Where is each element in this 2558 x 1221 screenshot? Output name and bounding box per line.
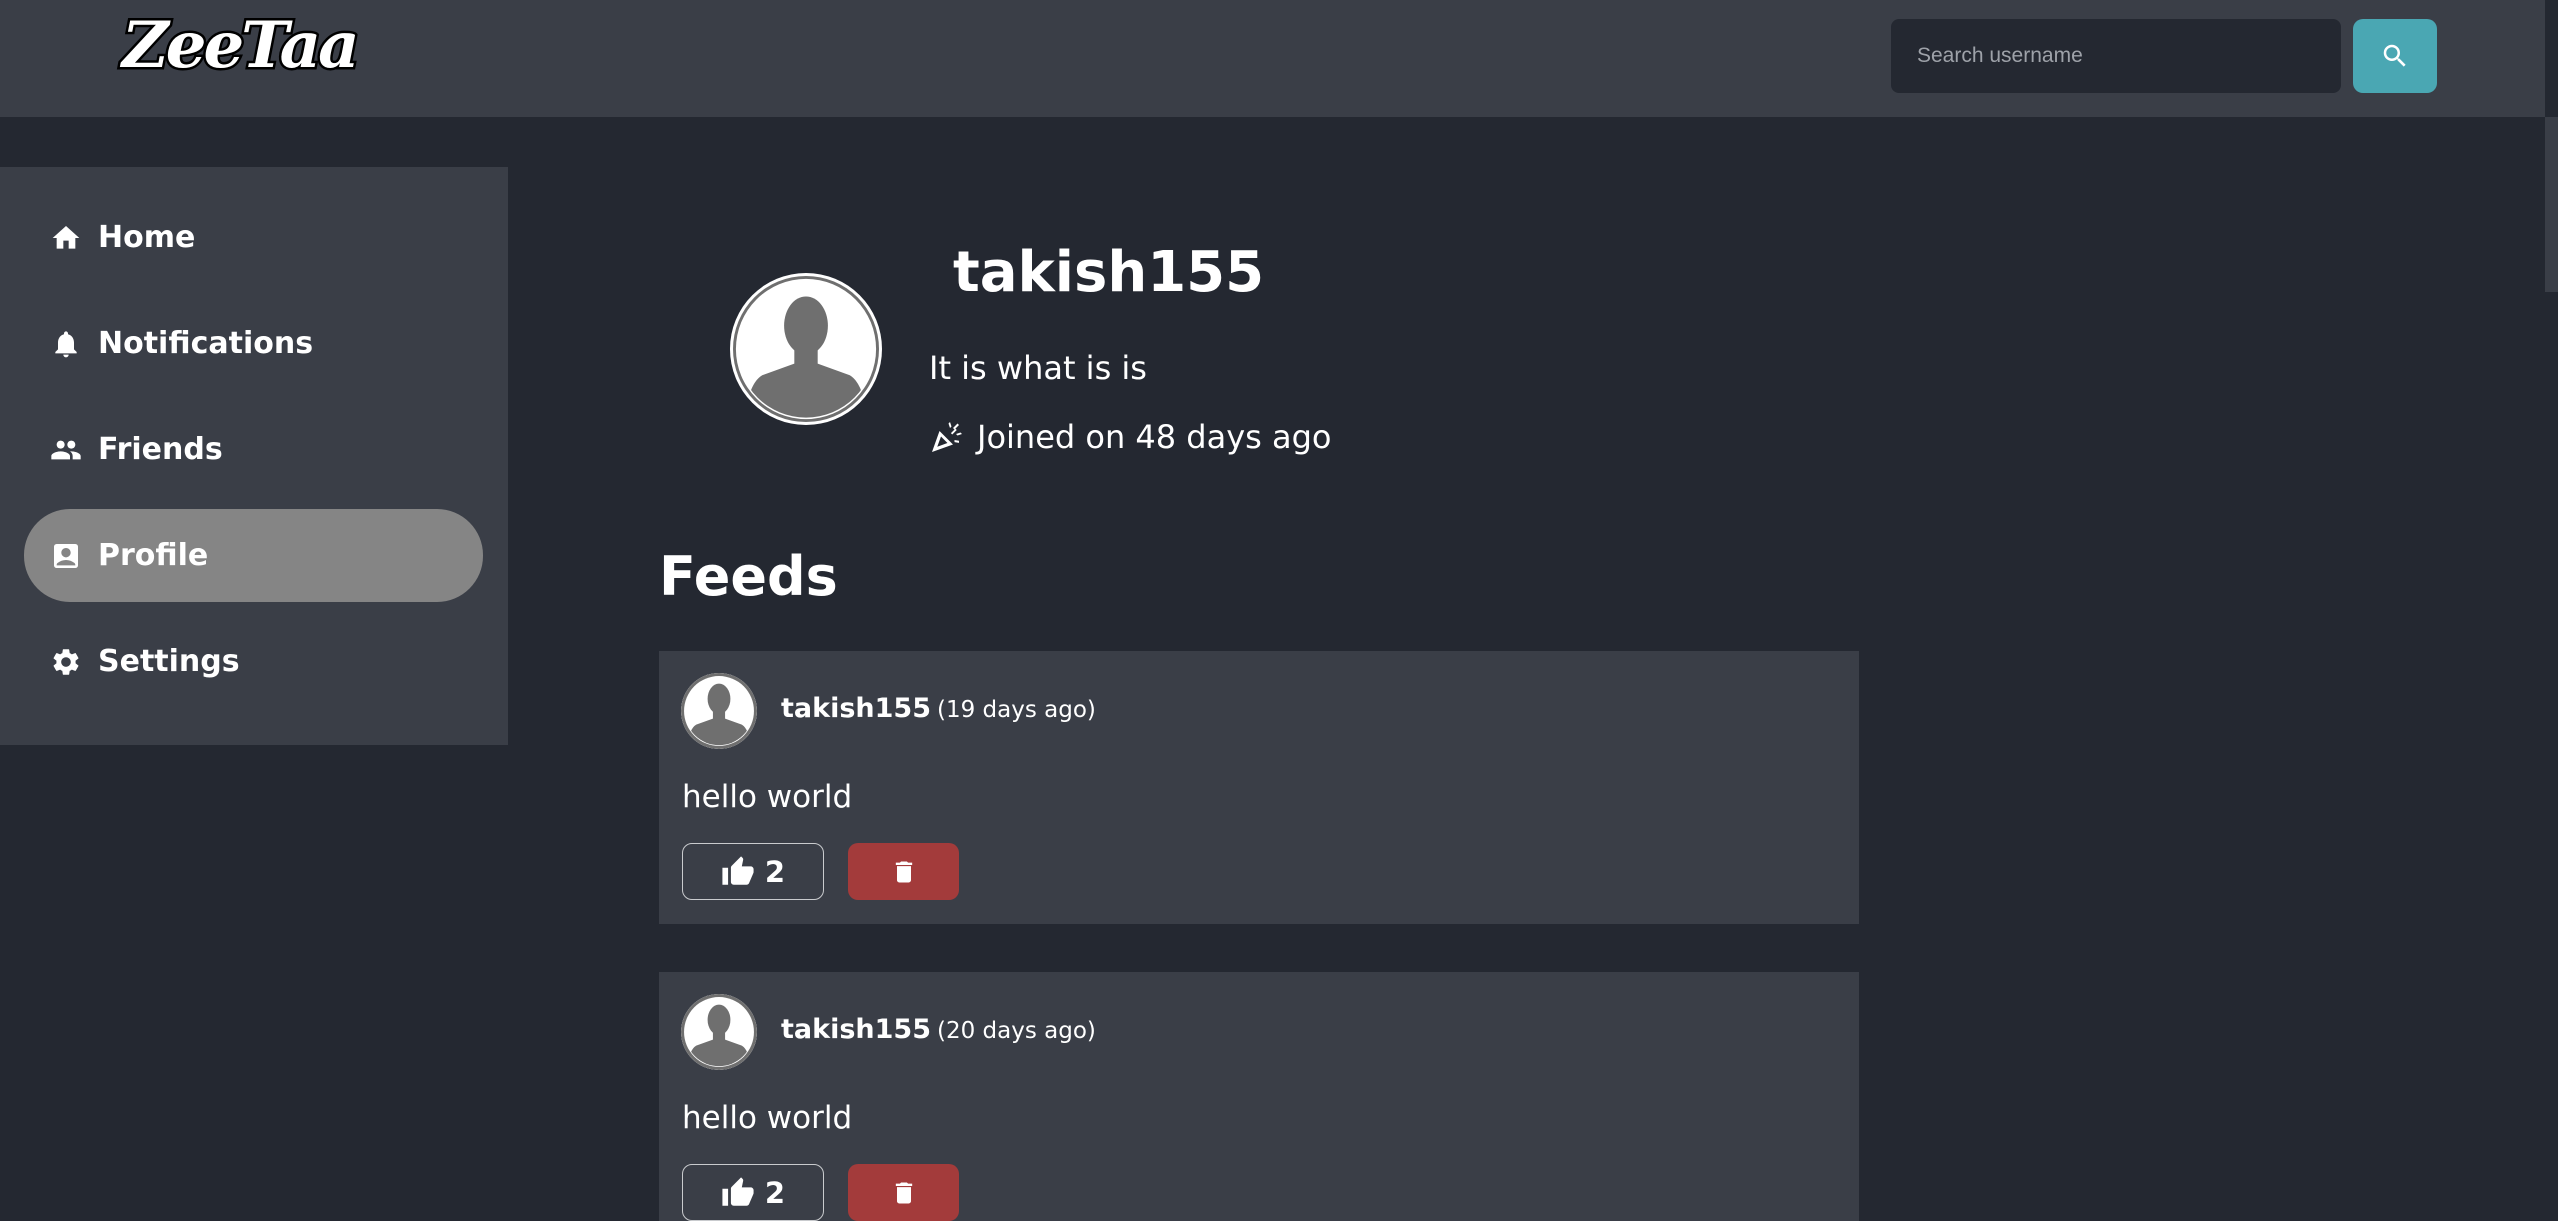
feed-post: takish155 (20 days ago) hello world 2 (659, 972, 1859, 1221)
profile-joined: Joined on 48 days ago (929, 418, 1331, 456)
sidebar-item-label: Settings (98, 644, 240, 679)
feeds-title: Feeds (659, 545, 838, 608)
top-bar: ZeeTaa (0, 0, 2545, 117)
trash-icon (890, 1178, 918, 1208)
sidebar-item-label: Home (98, 220, 196, 255)
post-text: hello world (682, 1100, 853, 1136)
gear-icon (50, 646, 82, 678)
post-text: hello world (682, 779, 853, 815)
sidebar-item-profile[interactable]: Profile (24, 509, 483, 602)
search-icon (2380, 41, 2410, 71)
like-button[interactable]: 2 (682, 843, 824, 900)
profile-username: takish155 (953, 240, 1265, 305)
post-time: (19 days ago) (937, 697, 1096, 723)
bell-icon (50, 328, 82, 360)
like-count: 2 (764, 1175, 786, 1210)
joined-label: Joined on 48 days ago (977, 418, 1332, 456)
trash-icon (890, 857, 918, 887)
avatar (730, 273, 882, 425)
scrollbar-thumb[interactable] (2545, 117, 2558, 292)
person-silhouette-icon (681, 994, 757, 1070)
post-avatar[interactable] (681, 994, 757, 1070)
person-silhouette-icon (681, 673, 757, 749)
sidebar-item-label: Profile (98, 538, 209, 573)
like-button[interactable]: 2 (682, 1164, 824, 1221)
search-input[interactable] (1891, 19, 2341, 93)
sidebar-item-home[interactable]: Home (24, 191, 483, 284)
profile-bio: It is what is is (929, 349, 1147, 387)
logo[interactable]: ZeeTaa (120, 11, 363, 80)
like-count: 2 (764, 854, 786, 889)
sidebar-item-label: Notifications (98, 326, 314, 361)
post-author[interactable]: takish155 (781, 1014, 931, 1045)
search-button[interactable] (2353, 19, 2437, 93)
post-author[interactable]: takish155 (781, 693, 931, 724)
sidebar-item-notifications[interactable]: Notifications (24, 297, 483, 390)
post-meta: takish155 (19 days ago) (781, 693, 1096, 724)
sidebar-item-label: Friends (98, 432, 223, 467)
home-icon (50, 222, 82, 254)
delete-button[interactable] (848, 843, 959, 900)
people-icon (50, 434, 82, 466)
profile-card-icon (50, 540, 82, 572)
delete-button[interactable] (848, 1164, 959, 1221)
sidebar-item-settings[interactable]: Settings (24, 615, 483, 708)
thumbs-up-icon (721, 1176, 755, 1210)
post-avatar[interactable] (681, 673, 757, 749)
person-silhouette-icon (733, 276, 879, 422)
thumbs-up-icon (721, 855, 755, 889)
post-time: (20 days ago) (937, 1018, 1096, 1044)
party-popper-icon (929, 419, 965, 455)
feed-post: takish155 (19 days ago) hello world 2 (659, 651, 1859, 924)
sidebar-item-friends[interactable]: Friends (24, 403, 483, 496)
post-meta: takish155 (20 days ago) (781, 1014, 1096, 1045)
sidebar: Home Notifications Friends Profile Setti… (0, 167, 508, 745)
